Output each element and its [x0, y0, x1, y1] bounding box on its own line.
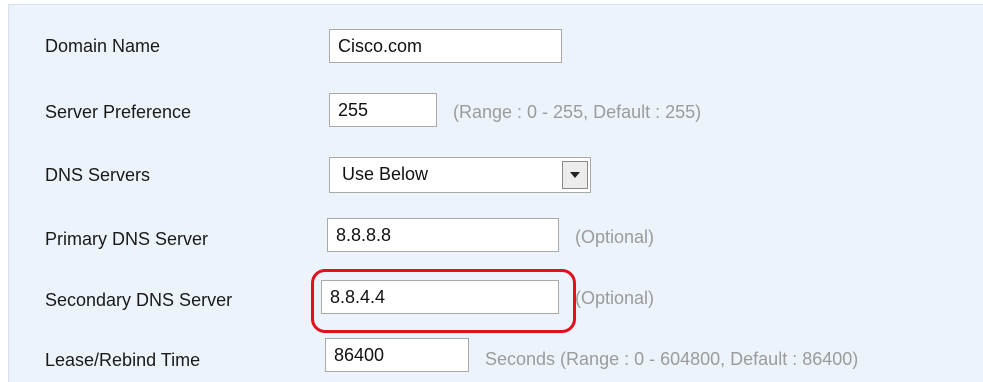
lease-rebind-time-field[interactable]: [325, 338, 469, 372]
settings-panel: Domain Name Server Preference (Range : 0…: [8, 4, 983, 382]
server-preference-field[interactable]: [329, 93, 437, 127]
domain-name-label: Domain Name: [45, 36, 161, 56]
domain-name-field[interactable]: [329, 29, 562, 63]
chevron-down-icon: [570, 172, 580, 178]
primary-dns-hint: (Optional): [575, 227, 655, 247]
dns-servers-selected-value: Use Below: [342, 164, 429, 184]
dns-servers-select[interactable]: Use Below: [329, 157, 591, 193]
dns-servers-label: DNS Servers: [45, 165, 151, 185]
secondary-dns-field[interactable]: [321, 280, 559, 314]
dropdown-button[interactable]: [562, 161, 588, 189]
primary-dns-label: Primary DNS Server: [45, 229, 209, 249]
server-preference-hint: (Range : 0 - 255, Default : 255): [453, 102, 702, 122]
primary-dns-field[interactable]: [327, 218, 559, 252]
secondary-dns-hint: (Optional): [575, 288, 655, 308]
lease-rebind-time-label: Lease/Rebind Time: [45, 350, 201, 370]
secondary-dns-label: Secondary DNS Server: [45, 290, 233, 310]
lease-rebind-time-hint: Seconds (Range : 0 - 604800, Default : 8…: [485, 349, 859, 369]
server-preference-label: Server Preference: [45, 102, 192, 122]
